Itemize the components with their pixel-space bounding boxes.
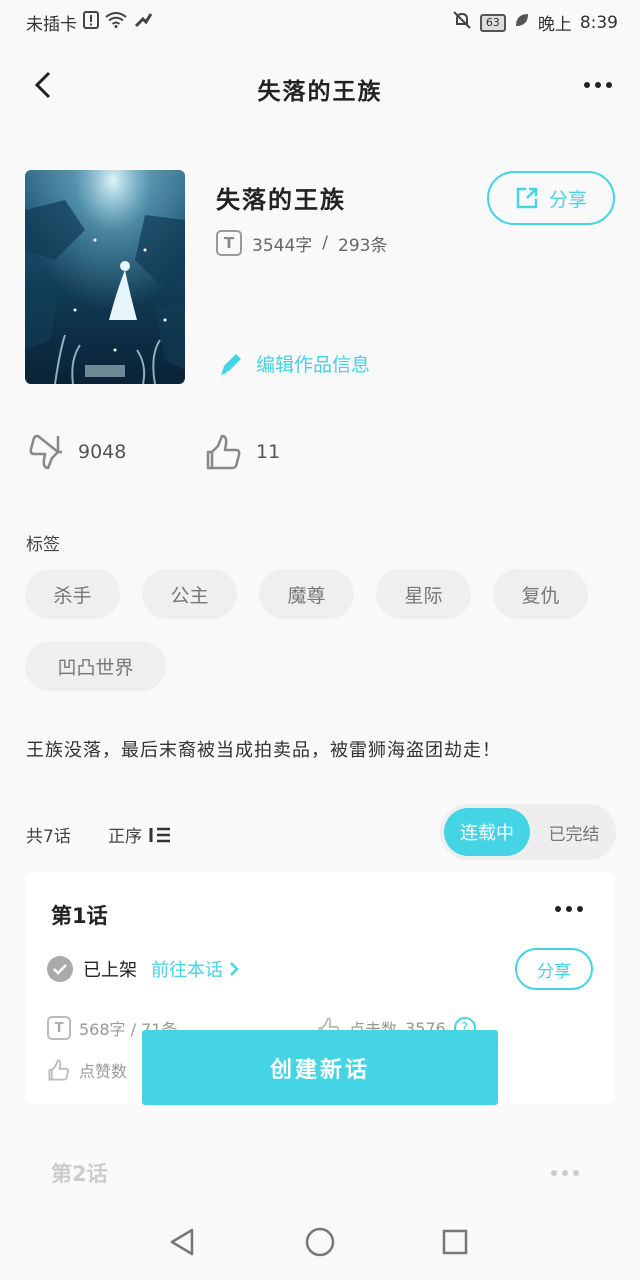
thumbs-up-icon — [206, 434, 241, 470]
like-count-2: 11 — [256, 441, 281, 463]
pencil-icon — [221, 353, 241, 375]
edit-info-button[interactable]: 编辑作品信息 — [218, 350, 370, 377]
tags-label: 标签 — [26, 535, 60, 555]
share-button[interactable]: 分享 — [487, 171, 615, 225]
tag-item[interactable]: 复仇 — [493, 569, 588, 619]
publish-status-label: 已上架 — [83, 960, 137, 981]
more-dots-icon — [584, 82, 612, 88]
word-count-value: 3544字 — [252, 235, 313, 256]
thumbs-up-icon — [48, 1059, 70, 1081]
tag-item[interactable]: 魔尊 — [259, 569, 354, 619]
chapter-count: 共7话 — [26, 827, 71, 847]
clock: 8:39 — [579, 12, 618, 33]
chapter-title: 第2话 — [51, 1162, 108, 1186]
chapter-toolbar: 共7话 正序 连载中 已完结 — [26, 804, 616, 860]
battery-indicator: 63 — [479, 13, 506, 32]
page-title: 失落的王族 — [257, 79, 383, 105]
like-stat-1[interactable]: 9048 — [28, 432, 126, 472]
tab-finished[interactable]: 已完结 — [536, 808, 612, 856]
chapter-more-button[interactable] — [549, 894, 589, 924]
notification-off-icon — [452, 10, 472, 35]
nav-recents-button[interactable] — [437, 1224, 473, 1260]
work-title: 失落的王族 — [216, 186, 346, 214]
circle-home-icon — [305, 1227, 335, 1257]
work-summary: 王族没落，最后末裔被当成拍卖品，被雷狮海盗团劫走！ — [26, 740, 501, 761]
chapter-share-button[interactable]: 分享 — [515, 948, 593, 990]
chevron-right-icon — [230, 962, 239, 976]
item-count-value: 293条 — [338, 235, 388, 256]
tag-item[interactable]: 星际 — [376, 569, 471, 619]
edit-info-label: 编辑作品信息 — [256, 354, 371, 376]
sort-order-label: 正序 — [108, 827, 142, 847]
word-count-separator: / — [322, 233, 328, 253]
goto-chapter-link[interactable]: 前往本话 — [151, 956, 239, 982]
text-icon: T — [216, 230, 242, 256]
more-dots-icon — [555, 906, 583, 912]
triangle-back-icon — [170, 1228, 194, 1256]
tab-ongoing[interactable]: 连载中 — [444, 808, 530, 856]
tag-list: 杀手 公主 魔尊 星际 复仇 凹凸世界 — [25, 569, 615, 691]
likes-row: 9048 11 — [28, 432, 328, 476]
period-label: 晚上 — [537, 15, 572, 35]
status-right: 63 晚上 8:39 — [452, 10, 618, 35]
share-icon — [516, 187, 538, 209]
wifi-icon — [105, 12, 127, 33]
status-segmented-control: 连载中 已完结 — [440, 804, 616, 860]
status-bar: 未插卡 63 晚上 8:39 — [0, 0, 640, 44]
leaf-icon — [514, 12, 530, 33]
more-options-button[interactable] — [578, 68, 618, 102]
tag-item[interactable]: 杀手 — [25, 569, 120, 619]
check-circle-icon — [47, 956, 73, 982]
like-stat-2[interactable]: 11 — [206, 432, 280, 472]
publish-status: 已上架 前往本话 — [47, 956, 239, 982]
goto-chapter-label: 前往本话 — [151, 960, 223, 981]
nav-back-button[interactable] — [164, 1224, 200, 1260]
sort-list-icon — [149, 827, 170, 842]
more-dots-icon — [551, 1170, 579, 1176]
sort-order-button[interactable]: 正序 — [108, 822, 172, 847]
chapter-more-button[interactable] — [545, 1158, 585, 1188]
carrier-label: 未插卡 — [26, 15, 77, 35]
square-recents-icon — [442, 1229, 468, 1255]
share-label: 分享 — [548, 188, 587, 211]
nav-home-button[interactable] — [302, 1224, 338, 1260]
create-chapter-button[interactable]: 创建新话 — [142, 1030, 498, 1105]
status-left: 未插卡 — [26, 10, 153, 35]
tag-item[interactable]: 凹凸世界 — [25, 641, 166, 691]
system-nav-bar — [0, 1200, 640, 1280]
chapter-title: 第1话 — [51, 904, 108, 928]
header: 失落的王族 — [0, 50, 640, 120]
usb-icon — [133, 11, 153, 34]
cover-image[interactable] — [25, 170, 185, 384]
tag-item[interactable]: 公主 — [142, 569, 237, 619]
thumbs-up-icon — [29, 434, 62, 470]
like-count-1: 9048 — [78, 441, 127, 463]
word-count: T 3544字 / 293条 — [216, 230, 387, 256]
text-icon: T — [47, 1016, 71, 1040]
like-count-label: 点赞数 — [79, 1062, 128, 1081]
chapter-like-count: 点赞数 — [47, 1058, 127, 1082]
sim-alert-icon — [83, 11, 99, 34]
